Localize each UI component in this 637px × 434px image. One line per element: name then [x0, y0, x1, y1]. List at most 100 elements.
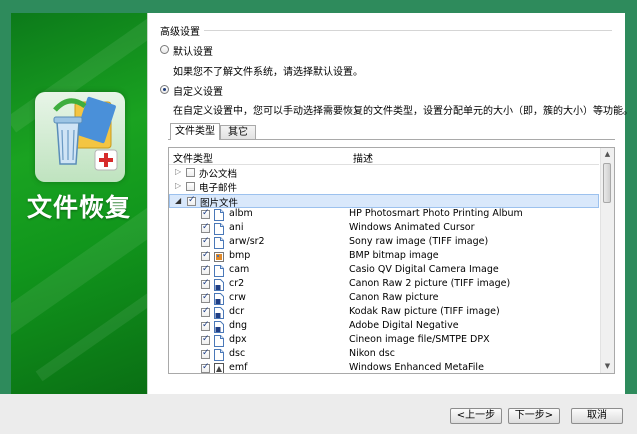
scroll-down-arrow-icon[interactable]: ▼: [601, 360, 614, 373]
custom-settings-label[interactable]: 自定义设置: [173, 83, 223, 98]
item-checkbox[interactable]: [201, 320, 210, 331]
group-row-images[interactable]: ◢ 图片文件: [169, 194, 599, 209]
default-settings-radio[interactable]: [160, 45, 169, 54]
group-row-office[interactable]: ▷ 办公文档: [169, 166, 599, 180]
group-row-email[interactable]: ▷ 电子邮件: [169, 180, 599, 194]
list-item[interactable]: bmp BMP bitmap image: [169, 250, 599, 264]
column-header-description[interactable]: 描述: [353, 150, 373, 165]
item-checkbox[interactable]: [201, 222, 210, 233]
list-item[interactable]: dcr Kodak Raw picture (TIFF image): [169, 306, 599, 320]
item-description: Canon Raw 2 picture (TIFF image): [349, 278, 511, 289]
group-label: 电子邮件: [199, 183, 238, 194]
item-extension: crw: [229, 292, 246, 303]
list-item[interactable]: dpx Cineon image file/SMTPE DPX: [169, 334, 599, 348]
item-description: Casio QV Digital Camera Image: [349, 264, 499, 275]
list-rows: ▷ 办公文档 ▷ 电子邮件 ◢ 图片文件 albm HP Photosmart P…: [169, 166, 599, 373]
recycle-bin-app-icon: [35, 92, 125, 182]
item-description: BMP bitmap image: [349, 250, 439, 261]
default-settings-description: 如果您不了解文件系统，请选择默认设置。: [173, 67, 363, 78]
image-file-icon: [214, 321, 224, 333]
sidebar-banner: 文件恢复: [11, 13, 147, 394]
item-checkbox[interactable]: [201, 362, 210, 373]
item-extension: dcr: [229, 306, 245, 317]
document-icon: [214, 223, 224, 235]
item-description: Cineon image file/SMTPE DPX: [349, 334, 490, 345]
item-extension: dsc: [229, 348, 246, 359]
collapse-arrow-icon[interactable]: ◢: [175, 196, 181, 205]
item-extension: dpx: [229, 334, 247, 345]
previous-button[interactable]: <上一步: [450, 408, 502, 424]
wizard-panel: 文件恢复 高级设置 默认设置 如果您不了解文件系统，请选择默认设置。 自定义设置…: [11, 13, 633, 394]
custom-settings-description: 在自定义设置中，您可以手动选择需要恢复的文件类型，设置分配单元的大小（即，簇的大…: [173, 106, 633, 117]
app-title: 文件恢复: [26, 193, 131, 222]
document-icon: [214, 349, 224, 361]
list-item[interactable]: dsc Nikon dsc: [169, 348, 599, 362]
item-extension: albm: [229, 208, 253, 219]
item-checkbox[interactable]: [201, 334, 210, 345]
expand-arrow-icon[interactable]: ▷: [175, 167, 181, 176]
next-button[interactable]: 下一步>: [508, 408, 560, 424]
vertical-scrollbar[interactable]: ▲ ▼: [600, 148, 614, 373]
item-checkbox[interactable]: [201, 264, 210, 275]
group-divider: [204, 30, 612, 31]
image-file-icon: [214, 279, 224, 291]
list-item[interactable]: cr2 Canon Raw 2 picture (TIFF image): [169, 278, 599, 292]
group-checkbox[interactable]: [186, 182, 195, 191]
item-checkbox[interactable]: [201, 348, 210, 359]
list-item[interactable]: crw Canon Raw picture: [169, 292, 599, 306]
item-extension: arw/sr2: [229, 236, 265, 247]
scroll-thumb[interactable]: [603, 163, 611, 203]
group-title: 高级设置: [160, 27, 200, 38]
item-extension: dng: [229, 320, 248, 331]
item-extension: cam: [229, 264, 250, 275]
document-icon: [214, 265, 224, 277]
item-checkbox[interactable]: [201, 278, 210, 289]
tab-file-types[interactable]: 文件类型: [170, 123, 220, 140]
item-description: Canon Raw picture: [349, 292, 439, 303]
item-extension: ani: [229, 222, 244, 233]
group-label: 图片文件: [200, 198, 239, 209]
image-file-icon: [214, 293, 224, 305]
item-description: Adobe Digital Negative: [349, 320, 459, 331]
paint-icon: [214, 251, 224, 263]
item-description: Windows Animated Cursor: [349, 222, 475, 233]
item-description: HP Photosmart Photo Printing Album: [349, 208, 523, 219]
item-checkbox[interactable]: [201, 208, 210, 219]
cancel-button[interactable]: 取消: [571, 408, 623, 424]
item-extension: emf: [229, 362, 248, 373]
list-item[interactable]: arw/sr2 Sony raw image (TIFF image): [169, 236, 599, 250]
item-description: Nikon dsc: [349, 348, 395, 359]
item-description: Sony raw image (TIFF image): [349, 236, 489, 247]
item-checkbox[interactable]: [201, 236, 210, 247]
custom-settings-radio[interactable]: [160, 85, 169, 94]
list-item[interactable]: albm HP Photosmart Photo Printing Album: [169, 208, 599, 222]
image-file-icon: [214, 307, 224, 319]
column-header-file-type[interactable]: 文件类型: [173, 150, 213, 165]
tab-other[interactable]: 其它: [220, 125, 256, 139]
list-item[interactable]: ani Windows Animated Cursor: [169, 222, 599, 236]
metafile-icon: [214, 363, 224, 373]
list-item[interactable]: dng Adobe Digital Negative: [169, 320, 599, 334]
item-extension: cr2: [229, 278, 245, 289]
file-type-list[interactable]: 文件类型 描述 ▷ 办公文档 ▷ 电子邮件 ◢ 图片文件: [168, 147, 615, 374]
document-icon: [214, 209, 224, 221]
item-checkbox[interactable]: [201, 250, 210, 261]
group-checkbox[interactable]: [186, 168, 195, 177]
settings-content: 高级设置 默认设置 如果您不了解文件系统，请选择默认设置。 自定义设置 在自定义…: [148, 13, 633, 394]
document-icon: [214, 335, 224, 347]
list-item[interactable]: emf Windows Enhanced MetaFile: [169, 362, 599, 373]
list-item[interactable]: cam Casio QV Digital Camera Image: [169, 264, 599, 278]
item-extension: bmp: [229, 250, 251, 261]
group-checkbox[interactable]: [187, 195, 196, 206]
document-icon: [214, 237, 224, 249]
item-description: Windows Enhanced MetaFile: [349, 362, 484, 373]
item-checkbox[interactable]: [201, 306, 210, 317]
list-header: 文件类型 描述: [169, 148, 599, 165]
scroll-up-arrow-icon[interactable]: ▲: [601, 148, 614, 161]
expand-arrow-icon[interactable]: ▷: [175, 181, 181, 190]
wizard-footer: <上一步 下一步> 取消: [0, 394, 637, 434]
default-settings-label[interactable]: 默认设置: [173, 43, 213, 58]
group-label: 办公文档: [199, 169, 238, 180]
item-checkbox[interactable]: [201, 292, 210, 303]
item-description: Kodak Raw picture (TIFF image): [349, 306, 500, 317]
